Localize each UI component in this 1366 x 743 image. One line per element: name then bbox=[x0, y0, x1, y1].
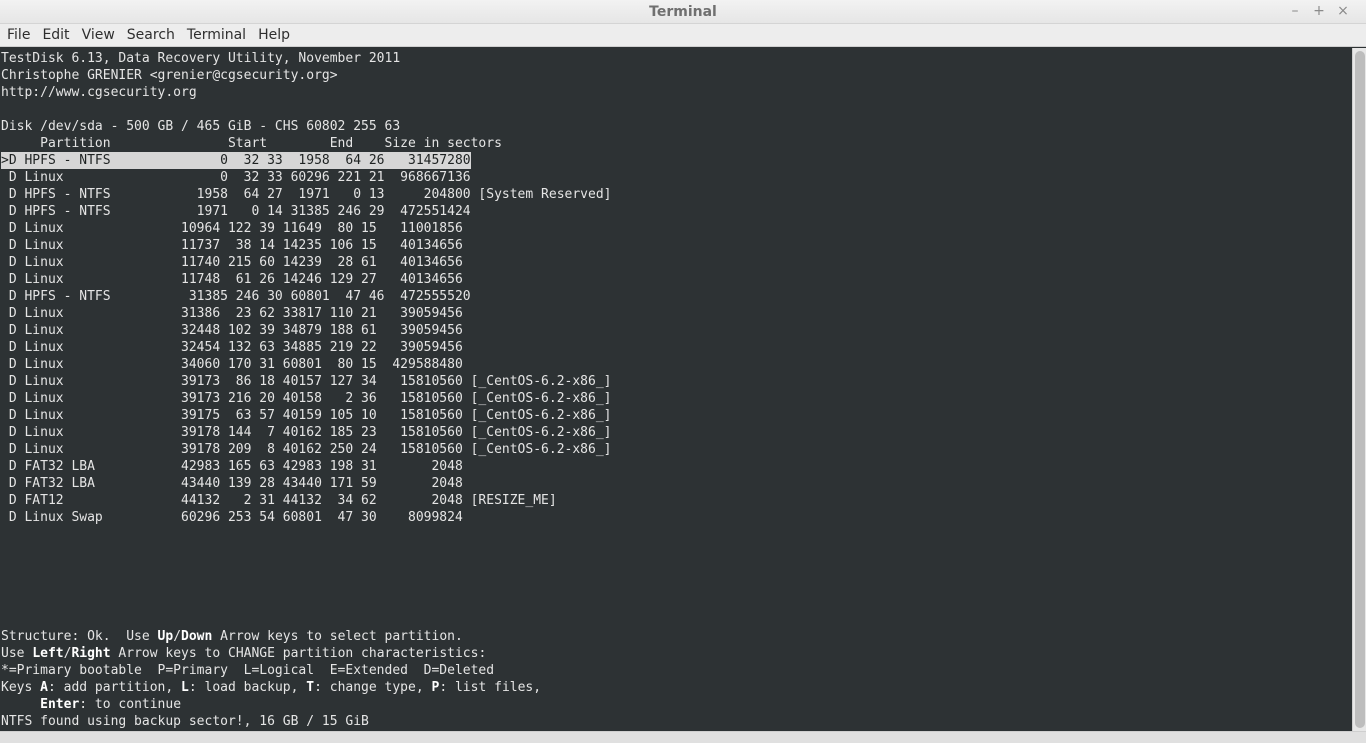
help-line: Structure: Ok. Use Up/Down Arrow keys to… bbox=[1, 629, 463, 644]
partition-row[interactable]: D FAT32 LBA 42983 165 63 42983 198 31 20… bbox=[1, 458, 463, 475]
scrollbar-thumb[interactable] bbox=[1355, 51, 1365, 728]
partition-row[interactable]: D HPFS - NTFS 1958 64 27 1971 0 13 20480… bbox=[1, 186, 612, 203]
partition-row[interactable]: D Linux 31386 23 62 33817 110 21 3905945… bbox=[1, 305, 463, 322]
menu-search[interactable]: Search bbox=[125, 27, 181, 43]
window-title: Terminal bbox=[649, 4, 717, 20]
column-headers: Partition Start End Size in sectors bbox=[1, 136, 502, 151]
partition-row[interactable]: D Linux 32448 102 39 34879 188 61 390594… bbox=[1, 322, 463, 339]
header-line: TestDisk 6.13, Data Recovery Utility, No… bbox=[1, 51, 401, 66]
close-icon[interactable]: × bbox=[1336, 3, 1350, 19]
keys-line: Keys A: add partition, L: load backup, T… bbox=[1, 680, 542, 695]
partition-row[interactable]: D Linux 34060 170 31 60801 80 15 4295884… bbox=[1, 356, 463, 373]
partition-row[interactable]: D HPFS - NTFS 31385 246 30 60801 47 46 4… bbox=[1, 288, 471, 305]
partition-row[interactable]: D Linux 32454 132 63 34885 219 22 390594… bbox=[1, 339, 463, 356]
partition-row-selected[interactable]: >D HPFS - NTFS 0 32 33 1958 64 26 314572… bbox=[1, 152, 471, 169]
partition-row[interactable]: D FAT32 LBA 43440 139 28 43440 171 59 20… bbox=[1, 475, 463, 492]
partition-row[interactable]: D Linux 10964 122 39 11649 80 15 1100185… bbox=[1, 220, 463, 237]
partition-row[interactable]: D Linux 11740 215 60 14239 28 61 4013465… bbox=[1, 254, 463, 271]
partition-row[interactable]: D Linux Swap 60296 253 54 60801 47 30 80… bbox=[1, 509, 463, 526]
window-bottom-edge bbox=[0, 731, 1366, 743]
maximize-icon[interactable]: + bbox=[1312, 3, 1326, 19]
partition-row[interactable]: D Linux 39173 216 20 40158 2 36 15810560… bbox=[1, 390, 612, 407]
partition-row[interactable]: D Linux 11748 61 26 14246 129 27 4013465… bbox=[1, 271, 463, 288]
partition-row[interactable]: D Linux 11737 38 14 14235 106 15 4013465… bbox=[1, 237, 463, 254]
partition-row[interactable]: D FAT12 44132 2 31 44132 34 62 2048 [RES… bbox=[1, 492, 557, 509]
partition-row[interactable]: D Linux 0 32 33 60296 221 21 968667136 bbox=[1, 169, 471, 186]
disk-info-line: Disk /dev/sda - 500 GB / 465 GiB - CHS 6… bbox=[1, 119, 401, 134]
menu-view[interactable]: View bbox=[80, 27, 121, 43]
window-controls: – + × bbox=[1288, 3, 1350, 19]
menu-file[interactable]: File bbox=[5, 27, 36, 43]
terminal-output[interactable]: TestDisk 6.13, Data Recovery Utility, No… bbox=[0, 48, 1352, 731]
partition-row[interactable]: D Linux 39178 209 8 40162 250 24 1581056… bbox=[1, 441, 612, 458]
menu-help[interactable]: Help bbox=[256, 27, 296, 43]
menu-edit[interactable]: Edit bbox=[40, 27, 75, 43]
status-line: NTFS found using backup sector!, 16 GB /… bbox=[1, 714, 369, 729]
partition-row[interactable]: D HPFS - NTFS 1971 0 14 31385 246 29 472… bbox=[1, 203, 471, 220]
header-line: Christophe GRENIER <grenier@cgsecurity.o… bbox=[1, 68, 338, 83]
keys-line: Enter: to continue bbox=[40, 697, 182, 712]
header-line: http://www.cgsecurity.org bbox=[1, 85, 197, 100]
menubar: File Edit View Search Terminal Help bbox=[0, 24, 1366, 47]
minimize-icon[interactable]: – bbox=[1288, 3, 1302, 19]
partition-row[interactable]: D Linux 39173 86 18 40157 127 34 1581056… bbox=[1, 373, 612, 390]
help-line: Use Left/Right Arrow keys to CHANGE part… bbox=[1, 646, 487, 661]
window-titlebar[interactable]: Terminal – + × bbox=[0, 0, 1366, 24]
partition-row[interactable]: D Linux 39178 144 7 40162 185 23 1581056… bbox=[1, 424, 612, 441]
vertical-scrollbar[interactable] bbox=[1352, 48, 1366, 731]
partition-row[interactable]: D Linux 39175 63 57 40159 105 10 1581056… bbox=[1, 407, 612, 424]
legend-line: *=Primary bootable P=Primary L=Logical E… bbox=[1, 663, 495, 678]
menu-terminal[interactable]: Terminal bbox=[185, 27, 252, 43]
